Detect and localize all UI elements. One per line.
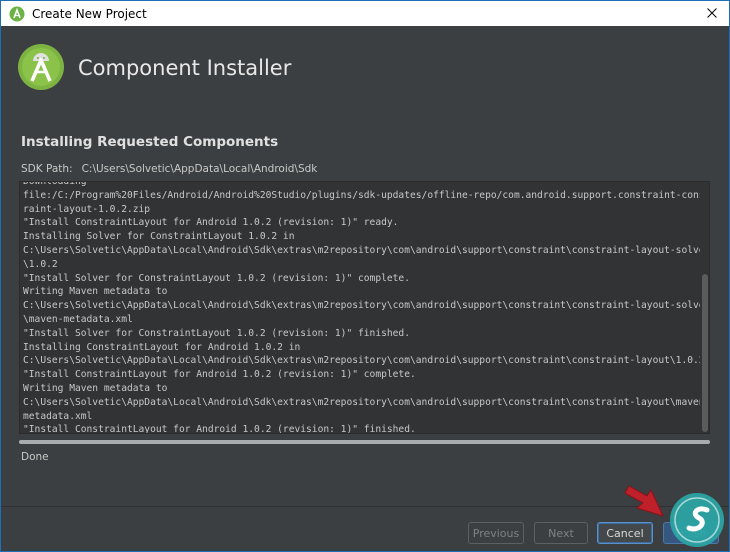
section-title: Installing Requested Components bbox=[21, 134, 279, 150]
android-studio-logo bbox=[18, 44, 64, 90]
log-line: C:\Users\Solvetic\AppData\Local\Android\… bbox=[23, 396, 710, 408]
log-line: "Install ConstraintLayout for Android 1.… bbox=[23, 217, 399, 229]
log-line: C:\Users\Solvetic\AppData\Local\Android\… bbox=[23, 244, 710, 256]
android-studio-icon bbox=[9, 6, 25, 21]
sdk-path: SDK Path: C:\Users\Solvetic\AppData\Local… bbox=[21, 163, 317, 175]
install-progress-fill bbox=[19, 440, 710, 444]
wizard-footer: Previous Next Cancel Finish bbox=[1, 507, 729, 551]
log-line: "Install ConstraintLayout for Android 1.… bbox=[23, 424, 416, 434]
log-line: Installing Solver for ConstraintLayout 1… bbox=[23, 231, 295, 243]
log-line: Installing ConstraintLayout for Android … bbox=[23, 341, 301, 353]
close-button[interactable] bbox=[701, 3, 723, 23]
log-line: metadata.xml bbox=[23, 410, 93, 422]
log-line: Writing Maven metadata to bbox=[23, 286, 168, 298]
title-bar: Create New Project bbox=[1, 1, 729, 26]
sdk-path-label: SDK Path: bbox=[21, 163, 73, 175]
log-line: raint-layout-1.0.2.zip bbox=[23, 203, 151, 215]
wizard-header: Component Installer bbox=[1, 26, 729, 110]
window-title: Create New Project bbox=[32, 6, 147, 21]
log-text: Downloading file:/C:/Program%20Files/Andr… bbox=[23, 181, 710, 434]
log-line: "Install Solver for ConstraintLayout 1.0… bbox=[23, 327, 410, 339]
log-line: \1.0.2 bbox=[23, 258, 58, 270]
log-line: Writing Maven metadata to bbox=[23, 382, 168, 394]
log-line: \maven-metadata.xml bbox=[23, 313, 133, 325]
close-icon bbox=[707, 8, 717, 18]
install-progress-bar bbox=[19, 440, 710, 444]
log-line: C:\Users\Solvetic\AppData\Local\Android\… bbox=[23, 355, 705, 367]
log-line: "Install Solver for ConstraintLayout 1.0… bbox=[23, 272, 410, 284]
cancel-button[interactable]: Cancel bbox=[597, 522, 653, 544]
log-line: Downloading bbox=[23, 181, 87, 187]
log-scrollbar-thumb[interactable] bbox=[702, 274, 708, 432]
next-button[interactable]: Next bbox=[534, 522, 588, 544]
sdk-path-value: C:\Users\Solvetic\AppData\Local\Android\… bbox=[81, 163, 318, 175]
finish-button[interactable]: Finish bbox=[663, 522, 719, 544]
log-line: "Install ConstraintLayout for Android 1.… bbox=[23, 369, 416, 381]
header-title: Component Installer bbox=[78, 56, 292, 80]
create-project-window: Create New Project Component Installer I… bbox=[0, 0, 730, 552]
previous-button[interactable]: Previous bbox=[468, 522, 524, 544]
installer-content: Installing Requested Components SDK Path… bbox=[1, 110, 729, 508]
log-line: C:\Users\Solvetic\AppData\Local\Android\… bbox=[23, 300, 710, 312]
status-text: Done bbox=[21, 451, 49, 463]
log-line: file:/C:/Program%20Files/Android/Android… bbox=[23, 189, 710, 201]
log-scrollbar[interactable] bbox=[700, 182, 709, 433]
install-log[interactable]: Downloading file:/C:/Program%20Files/Andr… bbox=[19, 181, 710, 434]
